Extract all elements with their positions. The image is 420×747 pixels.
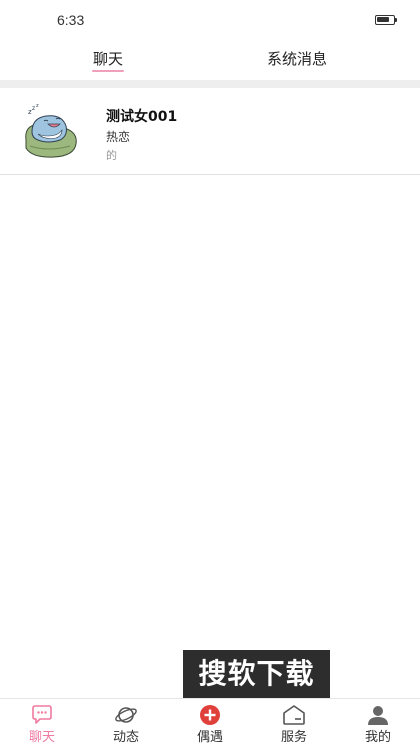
conversation-name: 测试女001 [106, 109, 178, 125]
battery-icon [375, 15, 397, 25]
conversation-status: 热恋 [106, 130, 131, 144]
service-box-icon [283, 705, 305, 725]
nav-item-me[interactable]: 我的 [336, 699, 420, 747]
svg-text:z: z [36, 103, 39, 109]
planet-icon [115, 707, 137, 723]
nav-item-service[interactable]: 服务 [252, 699, 336, 747]
tab-system-messages[interactable]: 系统消息 [247, 48, 347, 69]
nav-item-moments[interactable]: 动态 [84, 699, 168, 747]
nav-item-chat[interactable]: 聊天 [0, 699, 84, 747]
nav-label-me: 我的 [364, 730, 391, 745]
nav-item-encounter[interactable]: 偶遇 [168, 699, 252, 747]
chat-bubble-icon [32, 705, 52, 724]
status-bar: 6:33 [0, 0, 420, 40]
sleeping-shark-avatar-icon: z z z [18, 102, 84, 162]
watermark: 搜软下载 [183, 650, 330, 698]
status-time: 6:33 [57, 12, 85, 28]
tab-chat[interactable]: 聊天 [70, 48, 146, 69]
conversation-preview: 的 [106, 149, 117, 162]
nav-label-chat: 聊天 [28, 730, 55, 745]
svg-text:z: z [32, 105, 35, 112]
section-divider [0, 80, 420, 88]
active-tab-indicator [92, 70, 124, 72]
conversation-item[interactable]: z z z 测试女001 热恋 的 [0, 88, 420, 175]
plus-circle-icon [200, 705, 220, 725]
top-tabs: 聊天 系统消息 [0, 40, 420, 80]
bottom-navigation: 聊天 动态 偶遇 服务 我的 [0, 698, 420, 746]
nav-label-service: 服务 [280, 730, 307, 745]
nav-label-encounter: 偶遇 [196, 730, 223, 745]
user-icon [368, 706, 388, 725]
avatar[interactable]: z z z [18, 102, 84, 162]
nav-label-moments: 动态 [112, 730, 139, 745]
